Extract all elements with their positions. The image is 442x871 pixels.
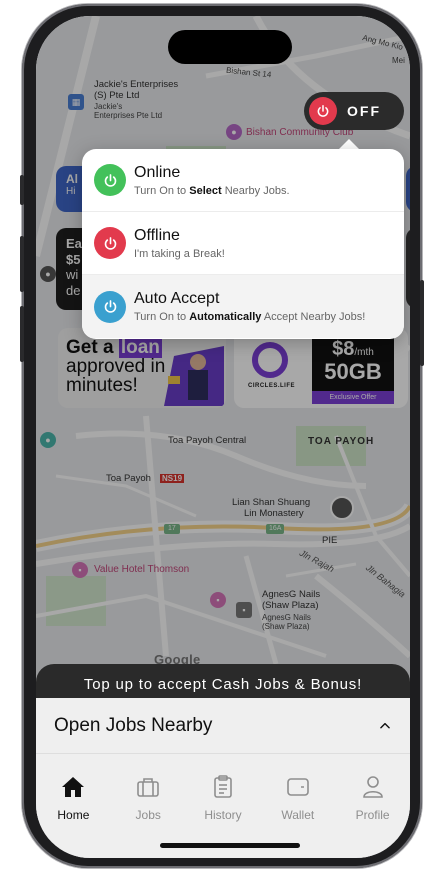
subtitle-suffix: Accept Nearby Jobs! — [261, 311, 366, 323]
dynamic-island — [168, 30, 292, 64]
status-option-subtitle: Turn On to Select Nearby Jobs. — [134, 185, 290, 197]
nav-label: Profile — [355, 808, 390, 822]
app-screen: Bishan St 14 Ang Mo Kio Mei ▦ Jackie's E… — [36, 16, 410, 858]
status-option-subtitle: Turn On to Automatically Accept Nearby J… — [134, 311, 365, 323]
power-icon — [317, 104, 329, 117]
jobs-sheet-title: Open Jobs Nearby — [54, 714, 213, 736]
nav-item-profile[interactable]: Profile — [335, 764, 410, 828]
home-indicator[interactable] — [160, 843, 300, 848]
side-button-power — [420, 280, 424, 366]
clipboard-icon — [210, 774, 236, 800]
nav-item-jobs[interactable]: Jobs — [111, 764, 186, 828]
nav-item-wallet[interactable]: Wallet — [260, 764, 335, 828]
power-icon — [104, 173, 116, 187]
status-option-subtitle: I'm taking a Break! — [134, 248, 225, 260]
side-button-volume-up — [20, 236, 24, 292]
nav-item-history[interactable]: History — [186, 764, 261, 828]
subtitle-bold: Automatically — [189, 311, 262, 323]
nav-item-home[interactable]: Home — [36, 764, 111, 828]
offline-status-icon — [94, 227, 126, 259]
status-menu: Online Turn On to Select Nearby Jobs. Of… — [82, 149, 404, 339]
subtitle-bold: Select — [189, 184, 222, 197]
power-icon — [104, 236, 116, 250]
user-icon — [360, 774, 386, 800]
status-option-title: Auto Accept — [134, 290, 220, 307]
status-option-online[interactable]: Online Turn On to Select Nearby Jobs. — [82, 149, 404, 212]
wallet-icon — [285, 774, 311, 800]
subtitle-prefix: Turn On to — [134, 184, 190, 197]
subtitle-prefix: Turn On to — [134, 311, 190, 323]
status-toggle[interactable]: OFF — [304, 92, 404, 130]
nav-label: Wallet — [281, 808, 315, 822]
status-toggle-label: OFF — [347, 103, 381, 119]
subtitle-prefix: I'm taking a Break! — [134, 247, 225, 260]
nav-label: Jobs — [135, 808, 161, 822]
side-button-volume-down — [20, 306, 24, 362]
status-option-offline[interactable]: Offline I'm taking a Break! — [82, 212, 404, 275]
status-option-auto-accept[interactable]: Auto Accept Turn On to Automatically Acc… — [82, 275, 404, 338]
nav-label: History — [204, 808, 242, 822]
home-icon — [60, 774, 86, 800]
jobs-sheet-header[interactable]: Open Jobs Nearby — [36, 698, 410, 754]
bottom-nav: Home Jobs History Wallet Profile — [36, 764, 410, 828]
power-icon — [104, 300, 116, 313]
briefcase-icon — [135, 774, 161, 800]
status-option-title: Offline — [134, 226, 180, 244]
nav-label: Home — [57, 808, 90, 822]
online-status-icon — [94, 164, 126, 196]
side-button-silent — [20, 175, 24, 205]
auto-accept-status-icon — [94, 290, 126, 323]
chevron-up-icon[interactable] — [378, 719, 392, 733]
subtitle-suffix: Nearby Jobs. — [221, 184, 290, 197]
status-option-title: Online — [134, 163, 181, 181]
status-toggle-knob — [309, 97, 337, 125]
